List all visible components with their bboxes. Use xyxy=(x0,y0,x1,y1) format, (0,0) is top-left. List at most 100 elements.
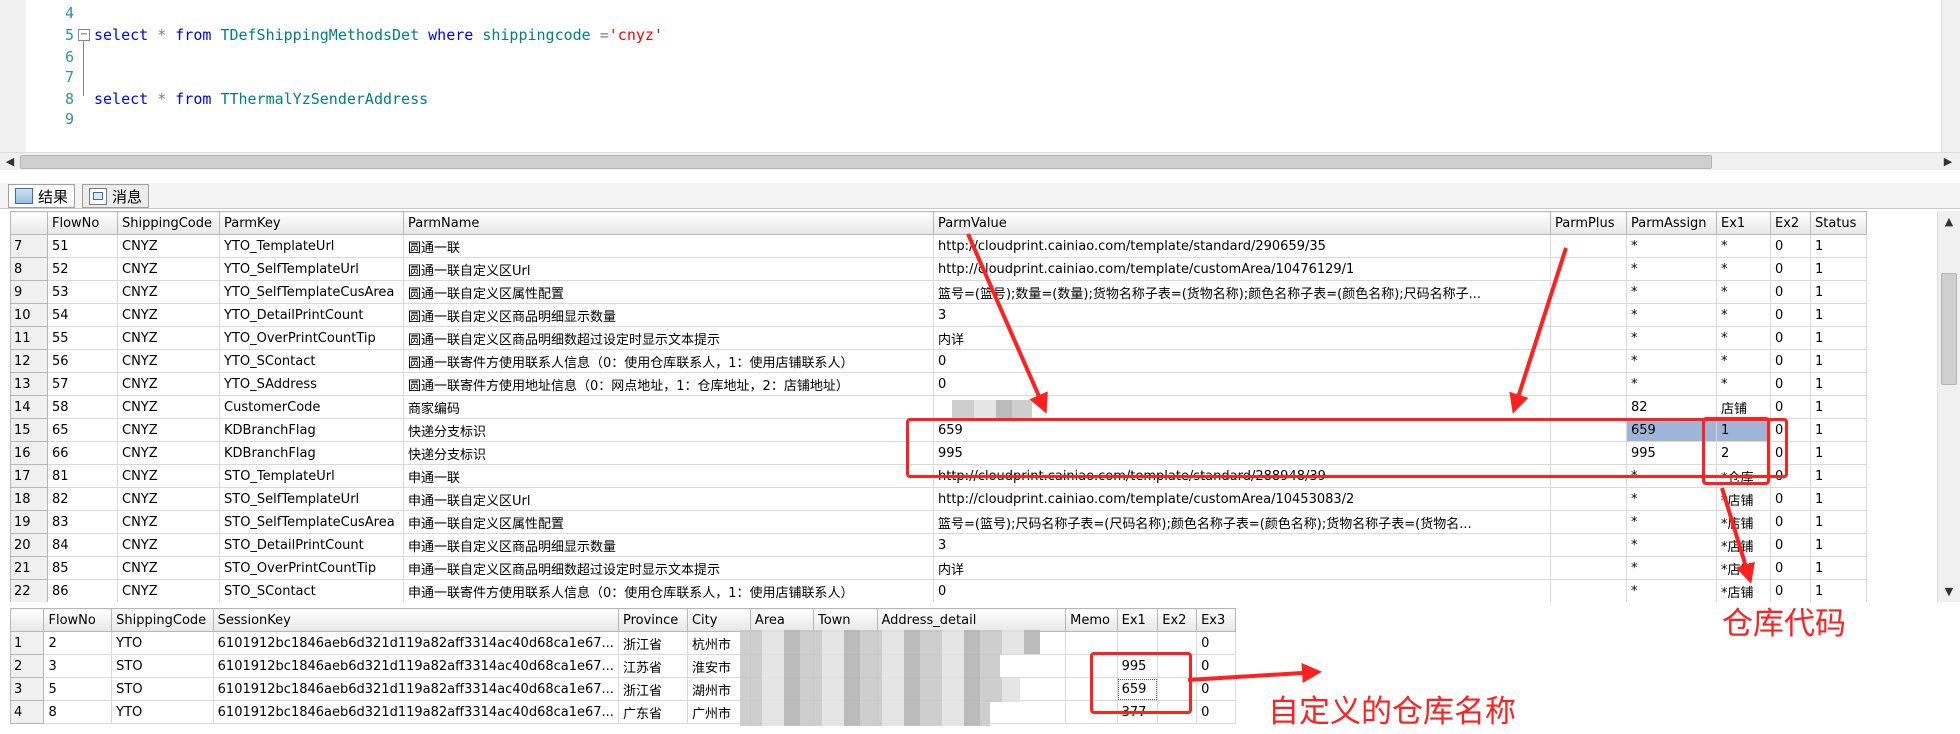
table-cell[interactable]: STO_TemplateUrl xyxy=(219,464,404,488)
scroll-down-icon[interactable]: ▼ xyxy=(1941,583,1957,600)
column-header[interactable]: FlowNo xyxy=(43,608,113,632)
table-cell[interactable]: http://cloudprint.cainiao.com/template/s… xyxy=(933,234,1551,258)
row-number[interactable]: 22 xyxy=(10,579,48,602)
table-cell[interactable]: 1 xyxy=(1810,257,1867,281)
table-cell[interactable]: 6101912bc1846aeb6d321d119a82aff3314ac40d… xyxy=(212,677,619,701)
row-number[interactable]: 3 xyxy=(10,677,45,701)
table-cell[interactable]: 6101912bc1846aeb6d321d119a82aff3314ac40d… xyxy=(212,654,619,678)
table-cell[interactable]: * xyxy=(1626,303,1717,327)
row-number[interactable]: 8 xyxy=(10,257,48,281)
table-cell[interactable]: CNYZ xyxy=(117,257,220,281)
table-cell[interactable]: 申通一联自定义区商品明细显示数量 xyxy=(403,533,934,557)
table-cell[interactable]: CNYZ xyxy=(117,234,220,258)
table-cell[interactable]: 3 xyxy=(43,654,113,678)
table-cell[interactable]: STO_SContact xyxy=(219,579,404,602)
table-cell[interactable]: 0 xyxy=(933,349,1551,373)
table-cell[interactable]: http://cloudprint.cainiao.com/template/c… xyxy=(933,487,1551,511)
table-cell[interactable]: 圆通一联自定义区Url xyxy=(403,257,934,281)
table-cell[interactable]: 快递分支标识 xyxy=(403,418,934,442)
table-row[interactable]: 19 83 CNYZ STO_SelfTemplateCusArea 申通一联自定义区属… xyxy=(10,510,1867,534)
column-header[interactable]: ShippingCode xyxy=(117,211,220,235)
table-cell[interactable]: CNYZ xyxy=(117,441,220,465)
table-cell[interactable] xyxy=(1550,349,1627,373)
sql-editor[interactable]: 4 5 select * from TDefShippingMethodsDet w… xyxy=(0,0,1960,170)
table-cell[interactable]: CNYZ xyxy=(117,372,220,396)
table-cell[interactable]: 1 xyxy=(1810,303,1867,327)
table-cell[interactable]: KDBranchFlag xyxy=(219,418,404,442)
column-header[interactable]: SessionKey xyxy=(212,608,619,632)
table-cell[interactable]: 1 xyxy=(1810,464,1867,488)
table-cell[interactable]: 0 xyxy=(1770,372,1811,396)
editor-vertical-scrollbar[interactable] xyxy=(1941,0,1960,152)
table-row[interactable]: 8 52 CNYZ YTO_SelfTemplateUrl 圆通一联自定义区Url htt… xyxy=(10,257,1867,281)
results-grid-2[interactable]: FlowNo ShippingCode SessionKey Province City… xyxy=(10,608,1236,734)
table-cell[interactable]: 58 xyxy=(47,395,118,419)
table-row[interactable]: 9 53 CNYZ YTO_SelfTemplateCusArea 圆通一联自定义区属性… xyxy=(10,280,1867,304)
table-cell[interactable]: 篮号=(篮号);数量=(数量);货物名称子表=(货物名称);颜色名称子表=(颜色… xyxy=(933,280,1551,304)
table-cell[interactable]: 0 xyxy=(1196,631,1236,655)
table-cell[interactable] xyxy=(1550,280,1627,304)
table-cell[interactable]: * xyxy=(1626,349,1717,373)
table-cell[interactable]: YTO_DetailPrintCount xyxy=(219,303,404,327)
table-cell[interactable]: 0 xyxy=(1770,326,1811,350)
table-cell[interactable]: * xyxy=(1716,280,1771,304)
table-cell[interactable]: 圆通一联寄件方使用联系人信息（0：使用仓库联系人，1：使用店铺联系人） xyxy=(403,349,934,373)
row-number[interactable]: 11 xyxy=(10,326,48,350)
table-row[interactable]: 3 5 STO 6101912bc1846aeb6d321d119a82aff3314… xyxy=(10,677,1236,701)
table-cell[interactable]: 0 xyxy=(1770,280,1811,304)
column-header[interactable]: ParmName xyxy=(403,211,934,235)
table-cell[interactable]: 内详 xyxy=(933,556,1551,580)
tab-messages[interactable]: 消息 xyxy=(82,184,150,208)
sql-statement[interactable]: select * from TDefShippingMethodsDet whe… xyxy=(94,26,663,44)
table-row[interactable]: 14 58 CNYZ CustomerCode 商家编码 82 店铺 0 1 xyxy=(10,395,1867,419)
column-header[interactable]: Province xyxy=(617,608,688,632)
table-cell[interactable]: 申通一联自定义区商品明细数超过设定时显示文本提示 xyxy=(403,556,934,580)
table-cell[interactable]: 56 xyxy=(47,349,118,373)
table-cell[interactable]: * xyxy=(1626,234,1717,258)
row-number[interactable]: 13 xyxy=(10,372,48,396)
table-cell[interactable] xyxy=(1550,372,1627,396)
table-cell[interactable]: 5 xyxy=(43,677,113,701)
table-cell[interactable]: 1 xyxy=(1810,349,1867,373)
grid1-vertical-scrollbar[interactable]: ▲ ▼ xyxy=(1937,211,1960,602)
table-row[interactable]: 20 84 CNYZ STO_DetailPrintCount 申通一联自定义区商品明细… xyxy=(10,533,1867,557)
collapse-icon[interactable]: − xyxy=(78,29,90,41)
table-cell[interactable]: 0 xyxy=(1770,349,1811,373)
table-cell[interactable]: 1 xyxy=(1810,487,1867,511)
table-cell[interactable]: * xyxy=(1716,349,1771,373)
table-cell[interactable]: * xyxy=(1626,326,1717,350)
column-header[interactable]: FlowNo xyxy=(47,211,118,235)
table-cell[interactable]: CNYZ xyxy=(117,303,220,327)
sql-statement[interactable]: select * from TThermalYzSenderAddress xyxy=(94,90,428,108)
table-cell[interactable]: 商家编码 xyxy=(403,395,934,419)
table-cell[interactable]: 52 xyxy=(47,257,118,281)
row-number[interactable]: 1 xyxy=(10,631,45,655)
table-cell[interactable] xyxy=(1550,326,1627,350)
table-cell[interactable]: 2 xyxy=(43,631,113,655)
scroll-right-icon[interactable]: ▶ xyxy=(1940,153,1956,170)
table-cell[interactable]: * xyxy=(1716,372,1771,396)
table-cell[interactable]: 1 xyxy=(1810,441,1867,465)
table-cell[interactable]: 1 xyxy=(1810,510,1867,534)
column-header[interactable]: ParmValue xyxy=(933,211,1551,235)
editor-scroll-thumb[interactable] xyxy=(20,155,1712,169)
table-cell[interactable]: 浙江省 xyxy=(617,677,688,701)
table-cell[interactable]: CNYZ xyxy=(117,464,220,488)
row-number[interactable]: 16 xyxy=(10,441,48,465)
table-cell[interactable]: CNYZ xyxy=(117,418,220,442)
column-header[interactable]: City xyxy=(686,608,751,632)
table-cell[interactable]: 广东省 xyxy=(617,700,688,724)
table-row[interactable]: 4 8 YTO 6101912bc1846aeb6d321d119a82aff3314… xyxy=(10,700,1236,724)
table-cell[interactable]: 65 xyxy=(47,418,118,442)
row-number[interactable]: 19 xyxy=(10,510,48,534)
table-cell[interactable]: 1 xyxy=(1810,395,1867,419)
table-cell[interactable]: YTO_SelfTemplateUrl xyxy=(219,257,404,281)
table-cell[interactable]: 圆通一联自定义区商品明细数超过设定时显示文本提示 xyxy=(403,326,934,350)
table-cell[interactable]: 圆通一联自定义区商品明细显示数量 xyxy=(403,303,934,327)
table-cell[interactable]: CNYZ xyxy=(117,487,220,511)
table-cell[interactable]: YTO_TemplateUrl xyxy=(219,234,404,258)
table-cell[interactable]: KDBranchFlag xyxy=(219,441,404,465)
table-cell[interactable]: 0 xyxy=(1770,257,1811,281)
column-header[interactable]: Address_detail xyxy=(876,608,1067,632)
table-cell[interactable] xyxy=(1550,395,1627,419)
